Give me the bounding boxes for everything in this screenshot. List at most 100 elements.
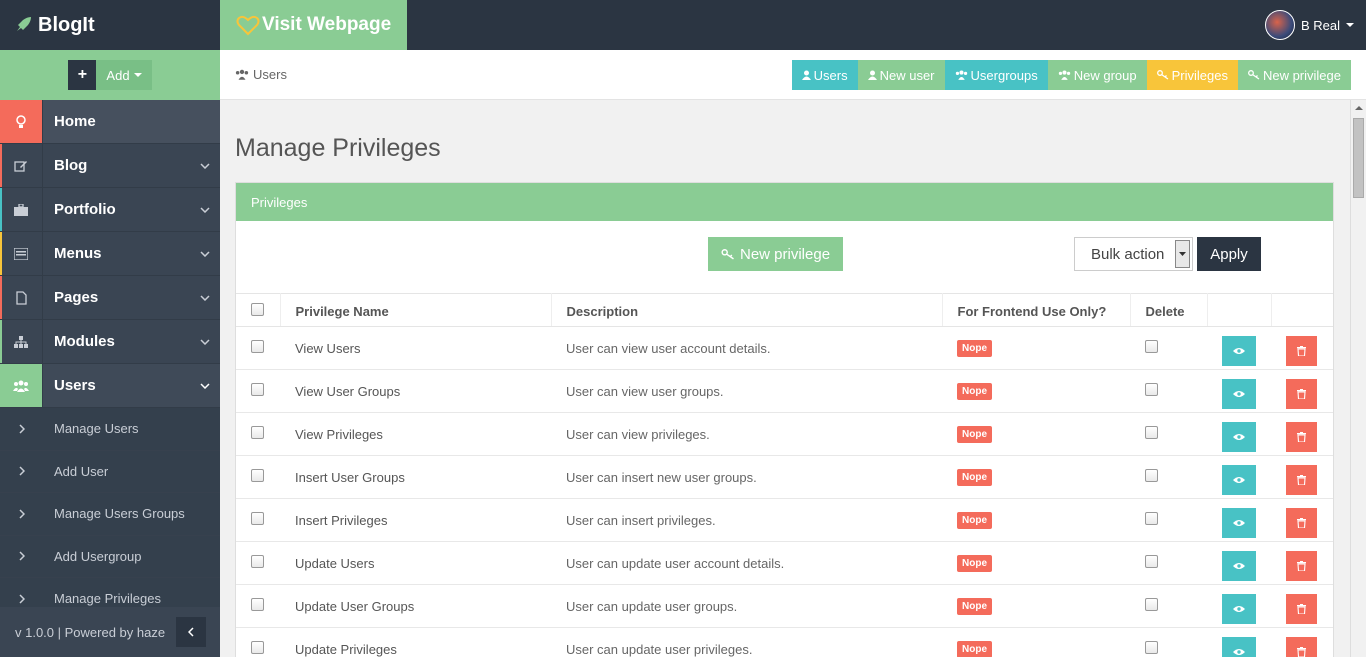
page-scrollbar[interactable] (1350, 100, 1366, 657)
new-privilege-button[interactable]: New privilege (708, 237, 844, 271)
privilege-name: Insert Privileges (280, 498, 551, 542)
column-header[interactable]: Description (551, 293, 943, 327)
sidebar-item-users[interactable]: Users (0, 364, 220, 408)
delete-cell (1130, 326, 1207, 370)
trash-cell (1271, 455, 1333, 499)
view-cell (1207, 541, 1271, 585)
row-select-cell (236, 455, 280, 499)
user-icon (867, 70, 877, 80)
visit-webpage-link[interactable]: Visit Webpage (220, 0, 407, 50)
sidebar-item-label: Modules (54, 333, 115, 350)
delete-checkbox[interactable] (1145, 469, 1158, 482)
row-checkbox[interactable] (251, 340, 264, 353)
key-icon (1156, 70, 1168, 80)
sidebar-subitem-manage-users[interactable]: Manage Users (0, 408, 220, 451)
sidebar-subitem-add-user[interactable]: Add User (0, 450, 220, 493)
privileges-table: Privilege Name Description For Frontend … (236, 293, 1333, 657)
view-button[interactable] (1222, 336, 1256, 366)
frontend-cell: Nope (942, 369, 1130, 413)
delete-cell (1130, 369, 1207, 413)
quick-link-users[interactable]: Users (791, 60, 858, 90)
quick-link-new-privilege[interactable]: New privilege (1237, 60, 1351, 90)
heart-icon (236, 15, 260, 36)
collapse-sidebar-button[interactable] (176, 617, 206, 647)
delete-button[interactable] (1286, 465, 1317, 495)
table-row: View Privileges User can view privileges.… (236, 412, 1333, 456)
column-header[interactable]: Privilege Name (280, 293, 552, 327)
chevron-down-icon (190, 382, 220, 389)
delete-button[interactable] (1286, 594, 1317, 624)
quick-link-label: Users (813, 67, 848, 83)
delete-button[interactable] (1286, 379, 1317, 409)
view-cell (1207, 412, 1271, 456)
bulk-action-select[interactable]: Bulk action (1074, 237, 1193, 271)
view-button[interactable] (1222, 465, 1256, 495)
privilege-name: Update Users (280, 541, 551, 585)
sidebar-item-menus[interactable]: Menus (0, 232, 220, 276)
table-row: View Users User can view user account det… (236, 326, 1333, 370)
view-button[interactable] (1222, 422, 1256, 452)
privilege-description: User can update user groups. (551, 584, 942, 628)
delete-button[interactable] (1286, 422, 1317, 452)
sidebar-item-home[interactable]: Home (0, 100, 220, 144)
add-plus-button[interactable]: + (68, 60, 97, 90)
scroll-thumb[interactable] (1353, 118, 1364, 198)
sidebar-footer: v 1.0.0 | Powered by haze (0, 607, 220, 657)
add-dropdown-button[interactable]: Add (96, 60, 152, 90)
row-checkbox[interactable] (251, 469, 264, 482)
sidebar-item-modules[interactable]: Modules (0, 320, 220, 364)
sidebar: BlogIt + Add Home Blog Portfolio Menus P… (0, 0, 220, 657)
sidebar-item-pages[interactable]: Pages (0, 276, 220, 320)
row-checkbox[interactable] (251, 512, 264, 525)
row-checkbox[interactable] (251, 426, 264, 439)
privilege-description: User can view user groups. (551, 369, 942, 413)
sidebar-subitem-add-usergroup[interactable]: Add Usergroup (0, 535, 220, 578)
trash-cell (1271, 627, 1333, 657)
apply-button[interactable]: Apply (1197, 237, 1261, 271)
user-menu[interactable]: B Real (1264, 0, 1354, 50)
view-button[interactable] (1222, 594, 1256, 624)
column-header[interactable]: For Frontend Use Only? (942, 293, 1131, 327)
delete-button[interactable] (1286, 336, 1317, 366)
quick-link-new-user[interactable]: New user (857, 60, 945, 90)
delete-button[interactable] (1286, 637, 1317, 657)
view-button[interactable] (1222, 508, 1256, 538)
row-checkbox[interactable] (251, 555, 264, 568)
scroll-up-arrow-icon[interactable] (1355, 106, 1363, 110)
sidebar-item-portfolio[interactable]: Portfolio (0, 188, 220, 232)
delete-checkbox[interactable] (1145, 426, 1158, 439)
sidebar-item-blog[interactable]: Blog (0, 144, 220, 188)
delete-button[interactable] (1286, 551, 1317, 581)
brand-name: BlogIt (38, 13, 95, 36)
quick-link-new-group[interactable]: New group (1047, 60, 1147, 90)
privilege-description: User can insert privileges. (551, 498, 942, 542)
trash-cell (1271, 584, 1333, 628)
table-row: Update Privileges User can update user pr… (236, 627, 1333, 657)
view-button[interactable] (1222, 637, 1256, 657)
row-checkbox[interactable] (251, 598, 264, 611)
brand-logo[interactable]: BlogIt (0, 0, 220, 50)
delete-checkbox[interactable] (1145, 383, 1158, 396)
view-button[interactable] (1222, 551, 1256, 581)
select-all-checkbox[interactable] (251, 303, 264, 316)
delete-checkbox[interactable] (1145, 512, 1158, 525)
view-button[interactable] (1222, 379, 1256, 409)
delete-checkbox[interactable] (1145, 555, 1158, 568)
privilege-name: View User Groups (280, 369, 551, 413)
quick-link-usergroups[interactable]: Usergroups (944, 60, 1048, 90)
chevron-right-icon (0, 424, 43, 434)
quick-link-label: Usergroups (970, 67, 1038, 83)
delete-button[interactable] (1286, 508, 1317, 538)
sidebar-subitem-manage-users-groups[interactable]: Manage Users Groups (0, 493, 220, 536)
trash-icon (1297, 518, 1306, 528)
users-icon (1058, 70, 1070, 80)
delete-checkbox[interactable] (1145, 340, 1158, 353)
row-checkbox[interactable] (251, 641, 264, 654)
delete-checkbox[interactable] (1145, 598, 1158, 611)
column-header[interactable]: Delete (1130, 293, 1208, 327)
delete-checkbox[interactable] (1145, 641, 1158, 654)
frontend-badge: Nope (957, 641, 992, 657)
quick-link-privileges[interactable]: Privileges (1146, 60, 1238, 90)
row-checkbox[interactable] (251, 383, 264, 396)
sidebar-item-label: Blog (54, 157, 88, 174)
